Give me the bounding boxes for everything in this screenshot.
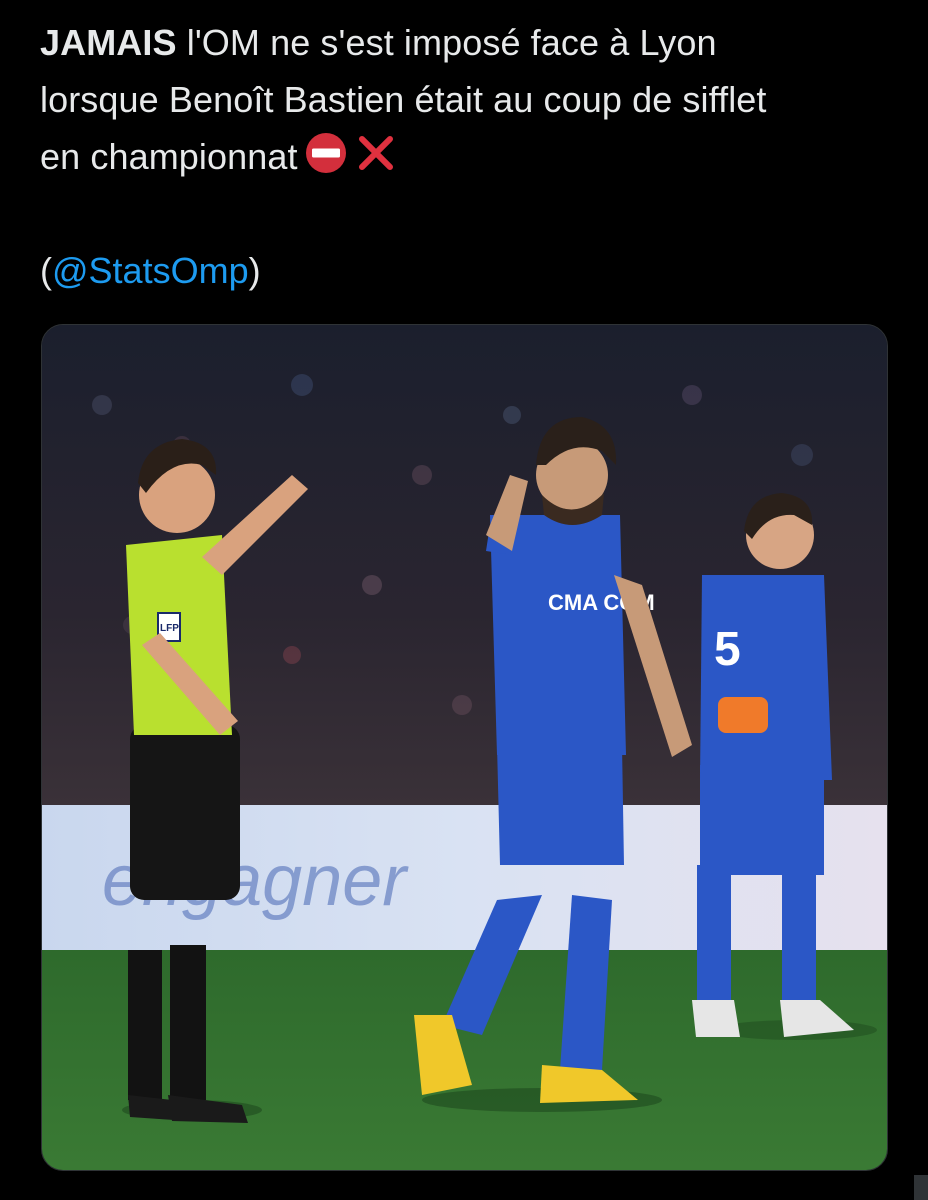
- photo-illustration: engagner LFP CMA CGM 5: [42, 325, 887, 1170]
- credit-close-paren: ): [248, 250, 261, 291]
- credit-open-paren: (: [40, 250, 52, 291]
- mention-link[interactable]: @StatsOmp: [52, 250, 249, 291]
- tweet-bold-word: JAMAIS: [40, 22, 177, 63]
- no-entry-icon: [304, 131, 348, 175]
- tweet-line-3: en championnat: [40, 128, 900, 185]
- referee-badge: LFP: [160, 623, 179, 634]
- scroll-edge: [914, 1175, 928, 1200]
- tweet-line-2: lorsque Benoît Bastien était au coup de …: [40, 79, 767, 120]
- credit-line: (@StatsOmp): [40, 242, 261, 299]
- tweet-photo[interactable]: engagner LFP CMA CGM 5: [41, 324, 888, 1171]
- player-number: 5: [714, 623, 741, 676]
- cross-mark-icon: [354, 131, 398, 175]
- tweet-line-3-text: en championnat: [40, 136, 298, 177]
- tweet-line-1: JAMAIS l'OM ne s'est imposé face à Lyon: [40, 14, 900, 71]
- tweet-line-1-text: l'OM ne s'est imposé face à Lyon: [176, 22, 717, 63]
- tweet-text: JAMAIS l'OM ne s'est imposé face à Lyon …: [40, 14, 900, 185]
